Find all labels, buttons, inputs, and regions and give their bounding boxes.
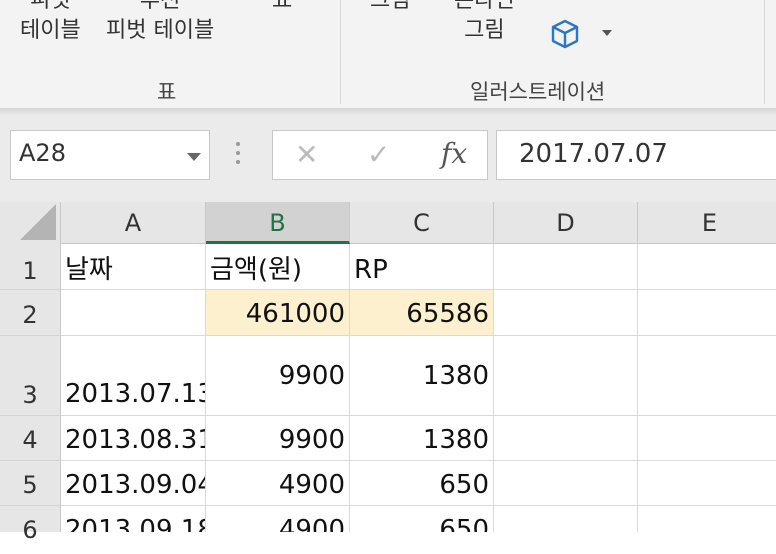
- cell-c6[interactable]: 650: [350, 506, 494, 532]
- cell-d2[interactable]: [494, 290, 638, 336]
- cell-b5[interactable]: 4900: [206, 461, 350, 506]
- spreadsheet-grid: A B C D E 1 날짜 금액(원) RP 2 461000 65586 3…: [0, 202, 776, 544]
- row-header[interactable]: 5: [0, 461, 61, 506]
- cell-e5[interactable]: [638, 461, 776, 506]
- pivot-table-label-2: 테이블: [20, 18, 81, 43]
- formula-input[interactable]: 2017.07.07: [496, 130, 776, 180]
- row-header[interactable]: 6: [0, 506, 61, 544]
- select-all-button[interactable]: [0, 202, 61, 244]
- ribbon-divider: [0, 108, 776, 116]
- cell-a2[interactable]: [61, 290, 206, 336]
- row-header[interactable]: 1: [0, 244, 61, 290]
- cell-d3[interactable]: [494, 336, 638, 416]
- online-pictures-label-1: 온라인: [454, 0, 515, 13]
- cell-e1[interactable]: [638, 244, 776, 290]
- cell-a5[interactable]: 2013.09.04: [61, 461, 206, 506]
- recommended-pivot-label-2: 피벗 테이블: [106, 18, 215, 43]
- cube-icon[interactable]: [549, 18, 581, 50]
- cell-b1[interactable]: 금액(원): [206, 244, 350, 290]
- row-header[interactable]: 2: [0, 290, 61, 336]
- formula-controls: ✕ ✓ fx: [272, 130, 488, 180]
- cell-e4[interactable]: [638, 416, 776, 461]
- cell-b4[interactable]: 9900: [206, 416, 350, 461]
- cell-e3[interactable]: [638, 336, 776, 416]
- column-header-b[interactable]: B: [206, 202, 350, 244]
- close-icon[interactable]: ✕: [295, 140, 318, 170]
- cell-d5[interactable]: [494, 461, 638, 506]
- cell-d6[interactable]: [494, 506, 638, 532]
- cell-a1[interactable]: 날짜: [61, 244, 206, 290]
- group-label-tables: 표: [157, 80, 177, 104]
- cell-c1[interactable]: RP: [350, 244, 494, 290]
- checkmark-icon[interactable]: ✓: [367, 140, 390, 170]
- pivot-table-button[interactable]: 피벗 테이블: [20, 0, 81, 46]
- recommended-pivot-table-button[interactable]: 추천 피벗 테이블: [106, 0, 214, 46]
- cell-b6[interactable]: 4900: [206, 506, 350, 532]
- online-pictures-label-2: 그림: [464, 18, 505, 43]
- cell-e2[interactable]: [638, 290, 776, 336]
- recommended-pivot-label-1: 추천: [139, 0, 181, 13]
- column-header-e[interactable]: E: [638, 202, 776, 244]
- group-separator: [340, 0, 341, 104]
- cell-a4[interactable]: 2013.08.31: [61, 416, 206, 461]
- insert-function-button[interactable]: fx: [441, 137, 467, 171]
- cell-c3[interactable]: 1380: [350, 336, 494, 416]
- pictures-label: 그림: [370, 0, 411, 13]
- cell-d4[interactable]: [494, 416, 638, 461]
- cell-c2[interactable]: 65586: [350, 290, 494, 336]
- online-pictures-button[interactable]: 온라인 그림: [454, 0, 515, 46]
- group-separator: [764, 0, 765, 104]
- chevron-down-icon[interactable]: [602, 30, 612, 36]
- formula-bar-area: A28 ✕ ✓ fx 2017.07.07: [0, 116, 776, 202]
- cell-c4[interactable]: 1380: [350, 416, 494, 461]
- row-header[interactable]: 3: [0, 336, 61, 416]
- cell-b3[interactable]: 9900: [206, 336, 350, 416]
- name-box-value: A28: [19, 139, 66, 167]
- cell-d1[interactable]: [494, 244, 638, 290]
- cell-a3[interactable]: 2013.07.13: [61, 336, 206, 416]
- group-label-illustrations: 일러스트레이션: [470, 80, 606, 104]
- formula-value: 2017.07.07: [519, 139, 668, 169]
- cell-b2[interactable]: 461000: [206, 290, 350, 336]
- row-header[interactable]: 4: [0, 416, 61, 461]
- cell-a6[interactable]: 2013.09.18: [61, 506, 206, 532]
- column-header-c[interactable]: C: [350, 202, 494, 244]
- table-button[interactable]: 표: [272, 0, 292, 16]
- chevron-down-icon[interactable]: [187, 153, 201, 161]
- column-header-d[interactable]: D: [494, 202, 638, 244]
- cell-e6[interactable]: [638, 506, 776, 532]
- cell-c5[interactable]: 650: [350, 461, 494, 506]
- table-label: 표: [272, 0, 293, 13]
- drag-handle-icon[interactable]: [236, 142, 240, 172]
- column-header-a[interactable]: A: [61, 202, 206, 244]
- ribbon: 피벗 테이블 추천 피벗 테이블 표 표 그림 온라인 그림 일러스트레이션: [0, 0, 776, 108]
- pivot-table-label-1: 피벗: [30, 0, 71, 13]
- pictures-button[interactable]: 그림: [370, 0, 410, 16]
- name-box[interactable]: A28: [10, 130, 210, 180]
